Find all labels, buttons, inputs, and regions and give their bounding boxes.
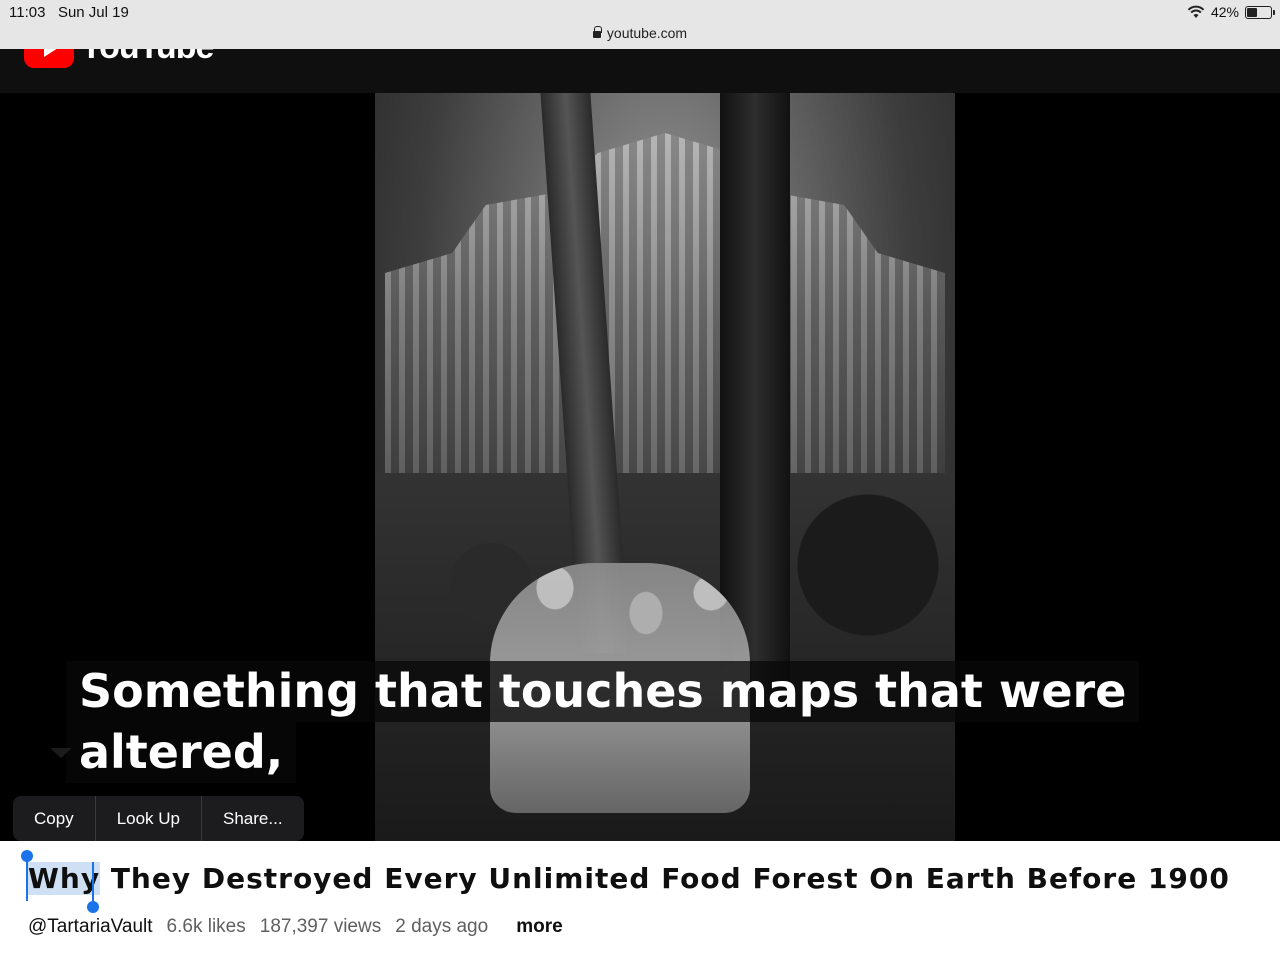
views-count: 187,397 views — [259, 916, 382, 937]
battery-icon — [1245, 5, 1275, 19]
tree-trunk-right — [720, 93, 790, 693]
youtube-wordmark: YouTube — [80, 49, 214, 67]
selected-text[interactable]: Why — [28, 862, 101, 895]
caption-line-2: altered, — [66, 722, 297, 783]
copy-menu-item[interactable]: Copy — [13, 796, 96, 841]
caption-line-1: Something that touches maps that were — [66, 661, 1140, 722]
video-meta: @TartariaVault 6.6k likes 187,397 views … — [28, 916, 563, 938]
status-date: Sun Jul 19 — [57, 4, 129, 21]
status-time: 11:03 Sun Jul 19 — [9, 4, 129, 21]
video-player[interactable]: Something that touches maps that were al… — [0, 93, 1280, 841]
more-button[interactable]: more — [516, 916, 562, 938]
channel-name[interactable]: @TartariaVault — [28, 916, 153, 938]
look-up-menu-item[interactable]: Look Up — [96, 796, 203, 841]
share-menu-item[interactable]: Share... — [202, 796, 304, 841]
battery-percent: 42% — [1210, 4, 1239, 20]
video-captions: Something that touches maps that were al… — [66, 661, 1140, 783]
likes-count: 6.6k likes — [166, 916, 246, 937]
youtube-logo[interactable]: YouTube — [24, 49, 214, 68]
text-context-menu: Copy Look Up Share... — [13, 796, 304, 841]
selection-start-handle[interactable] — [21, 850, 33, 901]
youtube-play-icon — [24, 49, 74, 68]
video-title[interactable]: Why They Destroyed Every Unlimited Food … — [28, 862, 1230, 895]
url-text: youtube.com — [606, 25, 688, 41]
address-bar[interactable]: youtube.com — [0, 25, 1280, 41]
selection-end-handle[interactable] — [87, 862, 99, 913]
youtube-header: YouTube — [0, 49, 1280, 93]
context-menu-pointer — [50, 748, 72, 758]
status-bar: 11:03 Sun Jul 19 youtube.com 42% — [0, 0, 1280, 49]
title-rest: They Destroyed Every Unlimited Food Fore… — [100, 862, 1230, 895]
upload-age: 2 days ago — [395, 916, 489, 937]
lock-icon — [592, 26, 602, 38]
wifi-icon — [1187, 5, 1205, 18]
